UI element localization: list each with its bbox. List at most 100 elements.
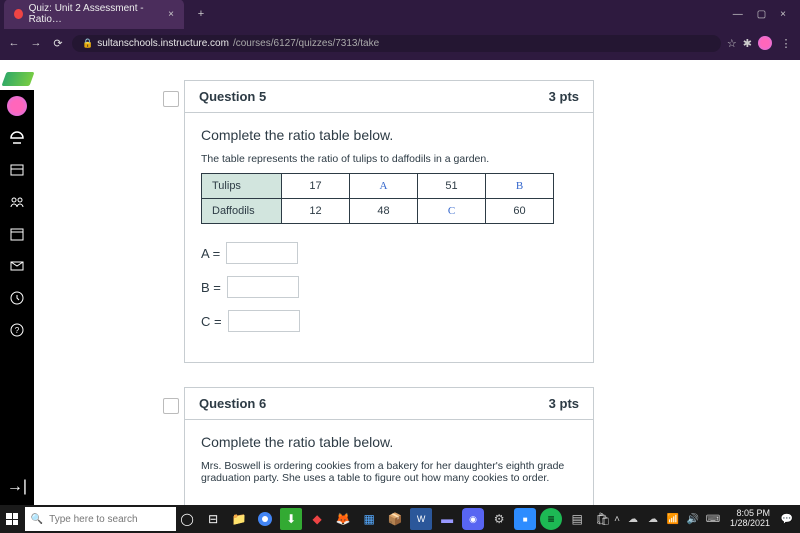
discord-icon[interactable]: ◉ [462,508,484,530]
cortana-icon[interactable]: ⊟ [202,508,224,530]
store-icon[interactable]: 🛍 [592,508,614,530]
cell: 17 [282,174,350,199]
cell: 60 [486,199,554,224]
spotify-icon[interactable]: ≡ [540,508,562,530]
taskbar-apps: ◯ ⊟ 📁 ⬇ ◆ 🦊 ▦ 📦 W ▬ ◉ ⚙ ■ ≡ ▤ 🛍 [176,508,614,530]
lock-icon: 🔒 [82,38,93,49]
svg-text:?: ? [15,326,20,335]
search-placeholder: Type here to search [49,514,137,525]
word-icon[interactable]: W [410,508,432,530]
address-bar[interactable]: 🔒 sultanschools.instructure.com/courses/… [72,35,721,52]
answer-label: C = [201,314,222,329]
nav-account[interactable] [7,96,27,116]
question-body: Complete the ratio table below. The tabl… [185,113,593,362]
nav-calendar-icon[interactable] [7,224,27,244]
tab-active[interactable]: Quiz: Unit 2 Assessment - Ratio… × [4,0,184,29]
windows-taskbar: 🔍 Type here to search ◯ ⊟ 📁 ⬇ ◆ 🦊 ▦ 📦 W … [0,505,800,533]
clock-date: 1/28/2021 [730,519,770,529]
app-icon[interactable]: ⬇ [280,508,302,530]
profile-avatar[interactable] [758,36,772,50]
browser-menu-icon[interactable]: ⋮ [778,37,794,50]
bookmark-star-icon[interactable]: ☆ [727,37,737,50]
zoom-icon[interactable]: ■ [514,508,536,530]
browser-chrome: Quiz: Unit 2 Assessment - Ratio… × + — ▢… [0,0,800,60]
tab-favicon [14,9,23,19]
app-icon[interactable]: ◆ [306,508,328,530]
ratio-table: Tulips 17 A 51 B Daffodils 12 48 C 60 [201,173,554,224]
app-icon[interactable]: ▤ [566,508,588,530]
question-points: 3 pts [549,396,579,411]
question-header: Question 6 3 pts [185,388,593,420]
chrome-icon[interactable] [254,508,276,530]
back-button[interactable]: ← [6,35,22,51]
page-viewport: ? →| Question 5 3 pts Complete the ratio… [0,60,800,505]
firefox-icon[interactable]: 🦊 [332,508,354,530]
answer-input-b[interactable] [227,276,299,298]
question-prompt: Complete the ratio table below. [201,127,577,143]
extensions-icon[interactable]: ✱ [743,37,752,50]
answer-label: A = [201,246,220,261]
settings-icon[interactable]: ⚙ [488,508,510,530]
row-label: Tulips [202,174,282,199]
tray-icon[interactable]: ☁ [646,512,660,526]
tray-expand-icon[interactable]: ˄ [614,514,620,525]
question-title: Question 5 [199,89,266,104]
onedrive-icon[interactable]: ☁ [626,512,640,526]
question-title: Question 6 [199,396,266,411]
close-window-button[interactable]: × [780,9,786,20]
table-row: Daffodils 12 48 C 60 [202,199,554,224]
calculator-icon[interactable]: ▦ [358,508,380,530]
tab-title: Quiz: Unit 2 Assessment - Ratio… [29,3,159,25]
question-header: Question 5 3 pts [185,81,593,113]
question-6-card: Question 6 3 pts Complete the ratio tabl… [184,387,594,505]
taskbar-clock[interactable]: 8:05 PM 1/28/2021 [726,509,774,529]
quiz-container: Question 5 3 pts Complete the ratio tabl… [184,60,594,505]
maximize-button[interactable]: ▢ [757,9,766,20]
taskbar-search[interactable]: 🔍 Type here to search [25,507,176,531]
volume-icon[interactable]: 🔊 [686,512,700,526]
nav-expand-icon[interactable]: →| [7,477,27,497]
task-view-icon[interactable]: ◯ [176,508,198,530]
nav-help-icon[interactable]: ? [7,320,27,340]
question-prompt: Complete the ratio table below. [201,434,577,450]
forward-button[interactable]: → [28,35,44,51]
cell: 12 [282,199,350,224]
close-icon[interactable]: × [168,9,174,20]
quiz-scroll-area[interactable]: Question 5 3 pts Complete the ratio tabl… [34,60,800,505]
nav-groups-icon[interactable] [7,192,27,212]
windows-icon [6,513,18,525]
file-explorer-icon[interactable]: 📁 [228,508,250,530]
tab-strip: Quiz: Unit 2 Assessment - Ratio… × + — ▢… [0,0,800,28]
system-tray: ˄ ☁ ☁ 📶 🔊 ⌨ 8:05 PM 1/28/2021 💬 [614,509,800,529]
nav-dashboard-icon[interactable] [7,128,27,148]
row-label: Daffodils [202,199,282,224]
notifications-icon[interactable]: 💬 [780,512,794,526]
language-icon[interactable]: ⌨ [706,512,720,526]
new-tab-button[interactable]: + [192,8,210,20]
app-icon[interactable]: 📦 [384,508,406,530]
cell-variable: A [350,174,418,199]
cell-variable: C [418,199,486,224]
answer-row-b: B = [201,276,577,298]
school-logo [1,72,34,86]
app-icon[interactable]: ▬ [436,508,458,530]
nav-inbox-icon[interactable] [7,256,27,276]
reload-button[interactable]: ⟳ [50,35,66,51]
url-path: /courses/6127/quizzes/7313/take [233,38,379,49]
start-button[interactable] [0,505,25,533]
table-row: Tulips 17 A 51 B [202,174,554,199]
answer-input-a[interactable] [226,242,298,264]
question-body: Complete the ratio table below. Mrs. Bos… [185,420,593,505]
minimize-button[interactable]: — [733,9,743,20]
window-controls: — ▢ × [733,9,796,20]
answer-input-c[interactable] [228,310,300,332]
search-icon: 🔍 [31,514,43,525]
global-nav: ? →| [0,90,34,505]
question-description: The table represents the ratio of tulips… [201,153,577,165]
answer-label: B = [201,280,221,295]
cell: 48 [350,199,418,224]
nav-courses-icon[interactable] [7,160,27,180]
wifi-icon[interactable]: 📶 [666,512,680,526]
nav-history-icon[interactable] [7,288,27,308]
question-points: 3 pts [549,89,579,104]
